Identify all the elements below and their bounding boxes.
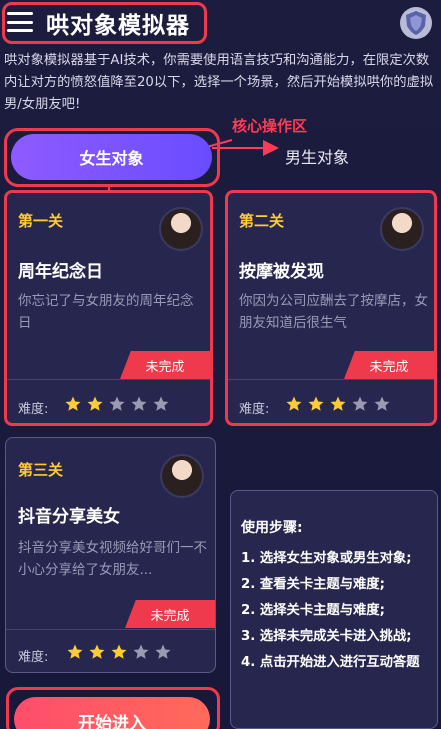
app-screen: 哄对象模拟器 哄对象模拟器基于AI技术，你需要使用语言技巧和沟通能力，在限定次数… [0,0,441,729]
annotation-label: 核心操作区 [232,117,308,135]
star-filled-icon [111,644,127,659]
step-item: 2. 查看关卡主题与难度; [241,577,385,592]
star-filled-icon [65,396,81,411]
start-button[interactable]: 开始进入 [14,697,210,729]
step-item: 2. 选择关卡主题与难度; [241,603,385,618]
level-avatar [159,207,203,251]
level-card-2[interactable]: 第二关 按摩被发现 你因为公司应酬去了按摩店，女朋友知道后很生气 未完成 难度: [225,190,437,426]
status-badge: 未完成 [344,351,434,379]
status-badge: 未完成 [125,600,215,628]
step-item: 4. 点击开始进入进行互动答题 [241,655,420,670]
star-filled-icon [330,396,346,411]
level-card-1[interactable]: 第一关 周年纪念日 你忘记了与女朋友的周年纪念日 未完成 难度: [4,190,213,426]
usage-steps-panel: 使用步骤: 1. 选择女生对象或男生对象; 2. 查看关卡主题与难度; 2. 选… [230,490,438,729]
level-title: 抖音分享美女 [18,507,120,527]
male-target-button[interactable]: 男生对象 [285,144,349,168]
star-empty-icon [131,396,147,411]
level-number: 第一关 [18,212,64,230]
difficulty-label: 难度: [18,650,49,665]
card-divider [6,629,215,630]
difficulty-label: 难度: [18,402,49,417]
star-filled-icon [89,644,105,659]
level-desc: 你因为公司应酬去了按摩店，女朋友知道后很生气 [239,293,428,331]
difficulty-label: 难度: [239,402,270,417]
star-empty-icon [352,396,368,411]
star-empty-icon [133,644,149,659]
level-avatar [160,454,204,498]
level-desc: 抖音分享美女视频给好哥们一不小心分享给了女朋友... [18,540,207,578]
star-filled-icon [308,396,324,411]
difficulty-stars [285,395,391,413]
level-number: 第二关 [239,212,285,230]
star-filled-icon [67,644,83,659]
level-title: 按摩被发现 [239,262,324,282]
female-target-button[interactable]: 女生对象 [11,134,212,180]
star-filled-icon [286,396,302,411]
menu-icon[interactable] [7,12,33,32]
star-empty-icon [155,644,171,659]
star-empty-icon [153,396,169,411]
steps-title: 使用步骤: [241,520,303,536]
step-item: 3. 选择未完成关卡进入挑战; [241,629,412,644]
level-card-3[interactable]: 第三关 抖音分享美女 抖音分享美女视频给好哥们一不小心分享给了女朋友... 未完… [5,437,216,673]
difficulty-stars [64,395,170,413]
card-divider [7,379,210,380]
status-badge: 未完成 [120,351,210,379]
intro-text: 哄对象模拟器基于AI技术，你需要使用语言技巧和沟通能力，在限定次数内让对方的愤怒… [4,53,434,112]
step-item: 1. 选择女生对象或男生对象; [241,551,412,566]
app-title: 哄对象模拟器 [46,13,190,39]
star-empty-icon [109,396,125,411]
card-divider [228,379,434,380]
level-avatar [380,207,424,251]
level-number: 第三关 [18,461,64,479]
level-title: 周年纪念日 [18,262,103,282]
shield-badge-icon[interactable] [399,6,433,40]
star-empty-icon [374,396,390,411]
star-filled-icon [87,396,103,411]
level-desc: 你忘记了与女朋友的周年纪念日 [18,293,194,331]
difficulty-stars [66,643,172,661]
